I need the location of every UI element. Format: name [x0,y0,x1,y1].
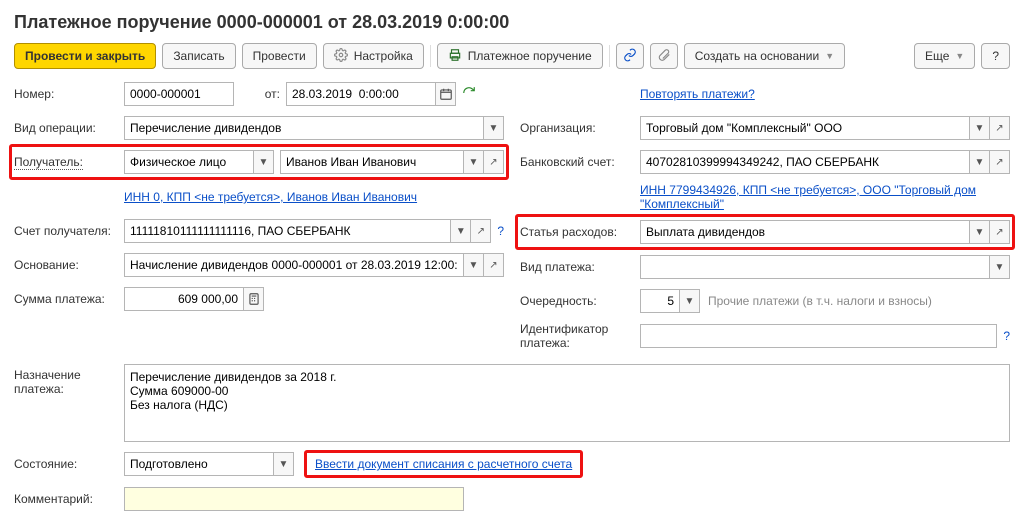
pay-type-label: Вид платежа: [520,260,640,274]
priority-hint: Прочие платежи (в т.ч. налоги и взносы) [708,294,932,308]
create-based-button[interactable]: Создать на основании▼ [684,43,845,69]
dropdown-icon[interactable]: ▼ [680,289,700,313]
dropdown-icon[interactable]: ▼ [990,255,1010,279]
toolbar-separator [430,45,431,67]
acct-label: Счет получателя: [14,224,124,238]
date-input[interactable] [286,82,436,106]
sum-input[interactable] [124,287,244,311]
op-type-label: Вид операции: [14,121,124,135]
status-label: Состояние: [14,457,124,471]
number-label: Номер: [14,87,124,101]
ident-label: Идентификатор платежа: [520,322,640,350]
toolbar-separator [609,45,610,67]
dropdown-icon[interactable]: ▼ [464,253,484,277]
calendar-icon[interactable] [436,82,456,106]
dropdown-icon[interactable]: ▼ [254,150,274,174]
repeat-payments-link[interactable]: Повторять платежи? [640,87,755,101]
org-inn-link[interactable]: ИНН 7799434926, КПП <не требуется>, ООО … [640,183,1010,211]
pay-type-input[interactable] [640,255,990,279]
refresh-icon[interactable] [462,86,476,103]
writeoff-link[interactable]: Ввести документ списания с расчетного сч… [315,457,572,471]
open-icon[interactable]: ↗ [990,150,1010,174]
link-icon-button[interactable] [616,43,644,69]
save-button[interactable]: Записать [162,43,235,69]
org-label: Организация: [520,121,640,135]
recipient-label: Получатель: [14,155,124,169]
recipient-name-input[interactable] [280,150,464,174]
org-input[interactable] [640,116,970,140]
sum-label: Сумма платежа: [14,292,124,306]
ident-input[interactable] [640,324,997,348]
print-doc-button[interactable]: Платежное поручение [437,43,603,69]
dropdown-icon[interactable]: ▼ [451,219,471,243]
bank-label: Банковский счет: [520,155,640,169]
from-label: от: [240,87,286,101]
basis-input[interactable] [124,253,464,277]
calculator-icon[interactable] [244,287,264,311]
attach-icon-button[interactable] [650,43,678,69]
expense-item-input[interactable] [640,220,970,244]
paperclip-icon [657,48,671,65]
page-title: Платежное поручение 0000-000001 от 28.03… [14,12,1010,33]
open-icon[interactable]: ↗ [484,253,504,277]
help-icon[interactable]: ? [1003,329,1010,343]
expense-label: Статья расходов: [520,225,640,239]
dropdown-icon[interactable]: ▼ [970,116,990,140]
recipient-inn-link[interactable]: ИНН 0, КПП <не требуется>, Иванов Иван И… [124,190,417,204]
link-icon [623,48,637,65]
help-button[interactable]: ? [981,43,1010,69]
open-icon[interactable]: ↗ [990,220,1010,244]
purpose-textarea[interactable] [124,364,1010,442]
gear-icon [334,48,348,65]
basis-label: Основание: [14,258,124,272]
comment-input[interactable] [124,487,464,511]
printer-icon [448,48,462,65]
help-icon[interactable]: ? [497,224,504,238]
number-input[interactable] [124,82,234,106]
dropdown-icon[interactable]: ▼ [970,220,990,244]
toolbar: Провести и закрыть Записать Провести Нас… [14,43,1010,69]
comment-label: Комментарий: [14,492,124,506]
status-input[interactable] [124,452,274,476]
bank-account-input[interactable] [640,150,970,174]
open-icon[interactable]: ↗ [990,116,1010,140]
more-button[interactable]: Еще▼ [914,43,975,69]
priority-label: Очередность: [520,294,640,308]
settings-button[interactable]: Настройка [323,43,424,69]
submit-close-button[interactable]: Провести и закрыть [14,43,156,69]
open-icon[interactable]: ↗ [484,150,504,174]
dropdown-icon[interactable]: ▼ [464,150,484,174]
purpose-label: Назначение платежа: [14,364,124,396]
recipient-account-input[interactable] [124,219,451,243]
submit-button[interactable]: Провести [242,43,317,69]
dropdown-icon[interactable]: ▼ [274,452,294,476]
op-type-input[interactable] [124,116,484,140]
priority-input[interactable] [640,289,680,313]
dropdown-icon[interactable]: ▼ [484,116,504,140]
dropdown-icon[interactable]: ▼ [970,150,990,174]
recipient-type-input[interactable] [124,150,254,174]
open-icon[interactable]: ↗ [471,219,491,243]
